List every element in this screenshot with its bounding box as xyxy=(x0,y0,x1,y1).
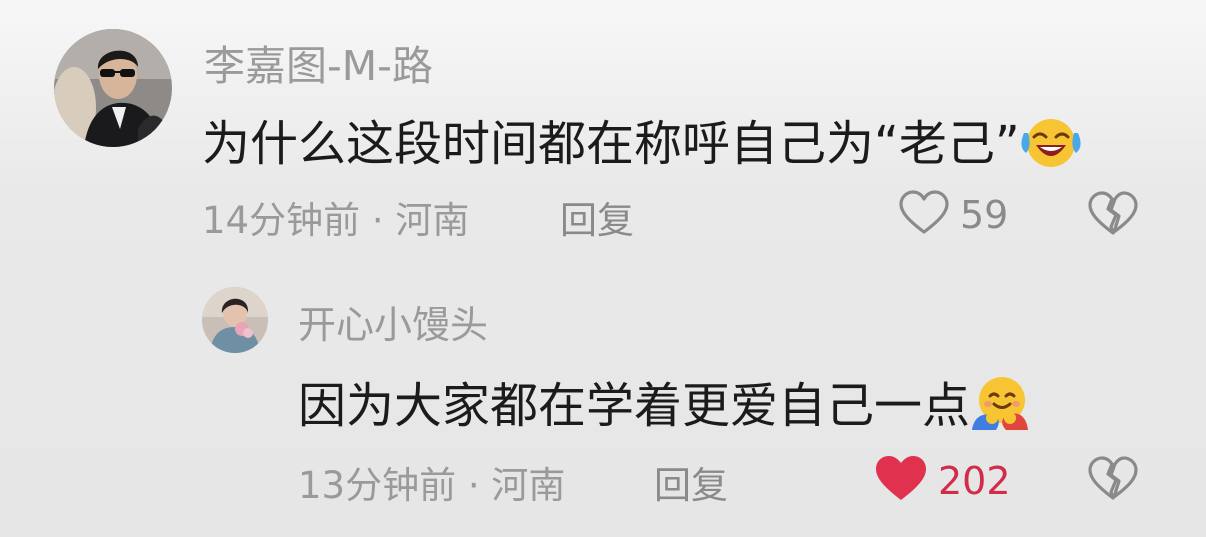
user-avatar[interactable] xyxy=(54,29,172,147)
heart-filled-icon xyxy=(874,455,928,507)
meta-separator: · xyxy=(467,464,480,507)
like-count: 202 xyxy=(938,459,1011,503)
user-avatar[interactable] xyxy=(202,287,268,353)
broken-heart-icon xyxy=(1086,456,1140,506)
comment-meta: 14分钟前 · 河南 xyxy=(202,190,469,244)
avatar-image xyxy=(54,29,172,147)
dislike-button[interactable] xyxy=(1086,191,1140,241)
like-button[interactable]: 59 xyxy=(898,190,1008,240)
comment-time: 14分钟前 xyxy=(202,199,361,242)
comment-location: 河南 xyxy=(491,464,566,507)
comment-body: 因为大家都在学着更爱自己一点 xyxy=(298,378,971,434)
meta-separator: · xyxy=(371,199,384,242)
comment-text: 因为大家都在学着更爱自己一点 xyxy=(298,366,1030,444)
comment-username[interactable]: 李嘉图-M-路 xyxy=(204,32,433,92)
heart-outline-icon xyxy=(898,190,950,240)
reply-button[interactable]: 回复 xyxy=(654,455,728,509)
comment-username[interactable]: 开心小馒头 xyxy=(298,294,488,349)
like-button[interactable]: 202 xyxy=(874,455,1011,507)
broken-heart-icon xyxy=(1086,191,1140,241)
comment-body: 为什么这段时间都在称呼自己为“老己” xyxy=(202,116,1020,172)
laughing-crying-face-icon xyxy=(1020,113,1082,181)
reply-button[interactable]: 回复 xyxy=(560,190,634,244)
comment-meta: 13分钟前 · 河南 xyxy=(298,455,565,509)
comment-location: 河南 xyxy=(395,199,470,242)
hugging-face-icon xyxy=(970,374,1030,444)
dislike-button[interactable] xyxy=(1086,456,1140,506)
avatar-image xyxy=(202,287,268,353)
comment-text: 为什么这段时间都在称呼自己为“老己” xyxy=(202,104,1082,181)
comment-time: 13分钟前 xyxy=(298,464,457,507)
like-count: 59 xyxy=(960,193,1009,237)
